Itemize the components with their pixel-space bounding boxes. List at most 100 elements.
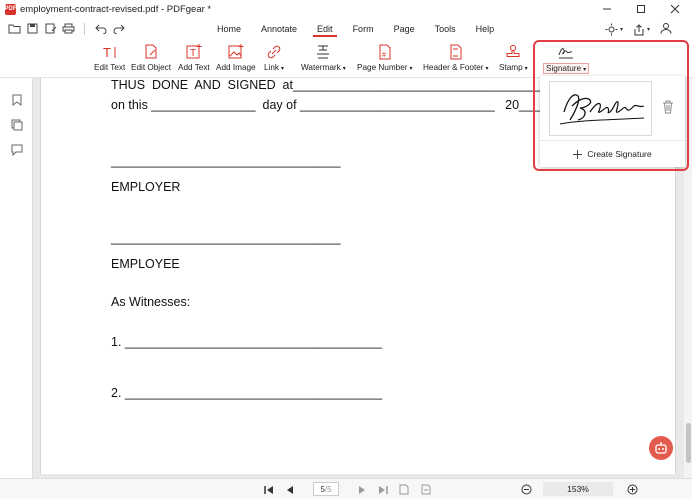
close-button[interactable] xyxy=(658,0,692,18)
zoom-out-button[interactable] xyxy=(520,483,533,496)
undo-button[interactable] xyxy=(94,22,107,35)
edit-object-icon xyxy=(145,44,157,59)
employer-signature-line: _________________________________ xyxy=(111,154,341,168)
toolbar-divider xyxy=(84,22,85,35)
stamp-button[interactable]: Stamp ▾ xyxy=(499,43,528,72)
print-button[interactable] xyxy=(62,22,75,35)
add-text-icon: T xyxy=(186,44,202,59)
signature-button[interactable]: Signature ▾ xyxy=(543,43,590,74)
tab-tools[interactable]: Tools xyxy=(425,20,466,37)
next-page-icon xyxy=(358,485,365,494)
add-text-label: Add Text xyxy=(178,63,210,72)
save-button[interactable] xyxy=(26,22,39,35)
app-logo: PDF xyxy=(5,3,17,15)
chevron-down-icon: ▾ xyxy=(524,66,528,72)
edit-text-button[interactable]: T Edit Text xyxy=(94,43,125,72)
theme-button[interactable]: ▾ xyxy=(605,23,623,36)
stamp-icon xyxy=(506,45,520,57)
redo-button[interactable] xyxy=(112,22,125,35)
thumbnails-icon[interactable] xyxy=(11,119,23,131)
chevron-down-icon: ▾ xyxy=(646,27,650,33)
signed-at-line: THUS DONE AND SIGNED at_________________… xyxy=(111,78,592,92)
share-icon xyxy=(634,23,644,35)
user-icon xyxy=(660,23,672,34)
maximize-button[interactable] xyxy=(624,0,658,18)
share-button[interactable]: ▾ xyxy=(633,23,650,36)
minimize-icon xyxy=(603,8,611,10)
page-number-button[interactable]: # Page Number ▾ xyxy=(357,43,413,72)
tab-home[interactable]: Home xyxy=(207,20,251,37)
right-tools: ▾ ▾ xyxy=(605,22,672,37)
saved-signature[interactable] xyxy=(549,81,652,136)
last-page-button[interactable] xyxy=(376,483,389,496)
robot-icon xyxy=(655,442,667,454)
minimize-button[interactable] xyxy=(590,0,624,18)
comment-icon[interactable] xyxy=(11,144,23,156)
maximize-icon xyxy=(637,5,645,13)
add-image-button[interactable]: Add Image xyxy=(216,43,256,72)
previous-page-button[interactable] xyxy=(283,483,296,496)
chevron-down-icon: ▾ xyxy=(619,27,623,33)
link-button[interactable]: Link ▾ xyxy=(264,43,284,72)
tab-annotate[interactable]: Annotate xyxy=(251,20,307,37)
left-sidebar xyxy=(0,78,33,478)
add-image-icon xyxy=(228,44,244,59)
assistant-button[interactable] xyxy=(649,436,673,460)
fit-page-icon xyxy=(399,484,408,495)
create-signature-button[interactable]: Create Signature xyxy=(540,144,685,164)
svg-text:T: T xyxy=(103,45,111,59)
svg-text:#: # xyxy=(382,52,386,59)
close-icon xyxy=(670,4,680,14)
watermark-label: Watermark ▾ xyxy=(301,63,346,72)
first-page-button[interactable] xyxy=(262,483,275,496)
signature-image xyxy=(559,94,645,125)
add-image-label: Add Image xyxy=(216,63,256,72)
edit-text-label: Edit Text xyxy=(94,63,126,72)
header-footer-button[interactable]: Header & Footer ▾ xyxy=(423,43,489,72)
vertical-scrollbar[interactable] xyxy=(684,78,692,478)
chevron-down-icon: ▾ xyxy=(281,66,285,72)
undo-icon xyxy=(94,24,106,34)
account-button[interactable] xyxy=(660,22,672,37)
save-as-button[interactable] xyxy=(44,22,57,35)
signature-icon xyxy=(558,48,574,59)
fit-page-button[interactable] xyxy=(397,483,410,496)
redo-icon xyxy=(113,24,125,34)
first-page-icon xyxy=(263,485,273,494)
add-text-button[interactable]: T Add Text xyxy=(178,43,210,72)
signature-label: Signature ▾ xyxy=(543,63,590,74)
title-bar: PDF employment-contract-revised.pdf - PD… xyxy=(0,0,692,18)
plus-icon xyxy=(573,149,583,159)
window-controls xyxy=(590,0,692,18)
page-number-field[interactable]: 5/5 xyxy=(313,482,339,496)
chevron-down-icon: ▾ xyxy=(342,66,346,72)
fit-width-button[interactable] xyxy=(419,483,432,496)
delete-signature-icon[interactable] xyxy=(662,100,674,114)
quick-access-toolbar xyxy=(8,22,125,35)
stamp-label: Stamp ▾ xyxy=(499,63,528,72)
header-footer-label: Header & Footer ▾ xyxy=(423,63,489,72)
tab-form[interactable]: Form xyxy=(343,20,384,37)
zoom-in-button[interactable] xyxy=(626,483,639,496)
last-page-icon xyxy=(378,485,388,494)
svg-text:T: T xyxy=(190,48,196,59)
next-page-button[interactable] xyxy=(355,483,368,496)
witness-line-1: 1. _____________________________________ xyxy=(111,335,383,349)
open-folder-button[interactable] xyxy=(8,22,21,35)
zoom-in-icon xyxy=(627,484,638,495)
tab-edit[interactable]: Edit xyxy=(307,20,343,37)
scrollbar-thumb[interactable] xyxy=(686,423,691,463)
menu-row: Home Annotate Edit Form Page Tools Help … xyxy=(0,18,692,40)
zoom-level[interactable]: 153% xyxy=(543,482,613,496)
print-icon xyxy=(62,23,75,34)
tab-page[interactable]: Page xyxy=(384,20,425,37)
header-footer-icon xyxy=(450,44,462,60)
bookmark-icon[interactable] xyxy=(11,94,23,106)
edit-object-button[interactable]: Edit Object xyxy=(131,43,171,72)
chevron-down-icon: ▾ xyxy=(485,66,489,72)
tab-help[interactable]: Help xyxy=(466,20,505,37)
fit-width-icon xyxy=(421,484,430,495)
zoom-out-icon xyxy=(521,484,532,495)
watermark-button[interactable]: Watermark ▾ xyxy=(301,43,346,72)
edit-object-label: Edit Object xyxy=(131,63,172,72)
